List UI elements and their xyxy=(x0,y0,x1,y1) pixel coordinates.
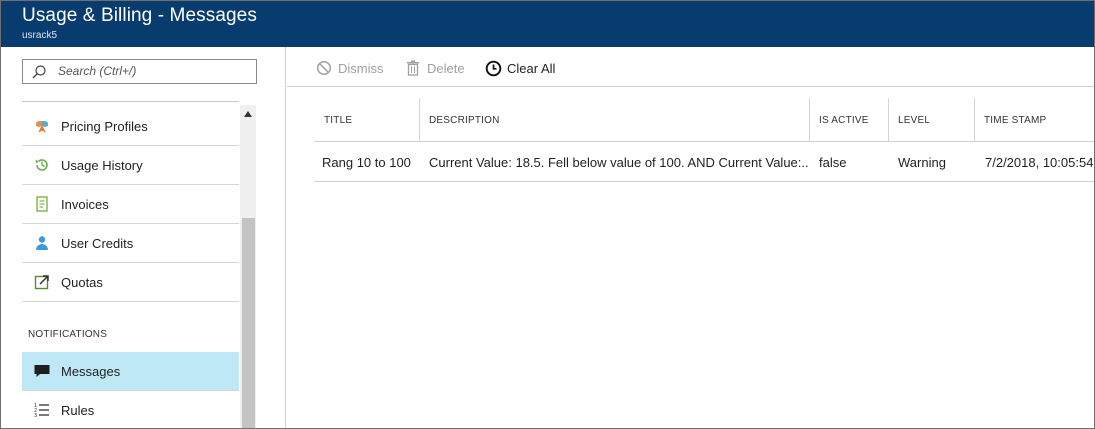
scrollbar-thumb[interactable] xyxy=(242,218,255,428)
table-row[interactable]: Rang 10 to 100 Current Value: 18.5. Fell… xyxy=(314,142,1094,182)
sidebar-item-invoices[interactable]: Invoices xyxy=(22,185,239,224)
search-box[interactable]: Search (Ctrl+/) xyxy=(22,59,257,84)
sidebar-item-label: Pricing Profiles xyxy=(61,118,148,134)
delete-button[interactable]: Delete xyxy=(404,58,465,78)
nav-menu: Pricing Profiles Usage History Invoices … xyxy=(22,107,239,302)
clear-all-button[interactable]: Clear All xyxy=(484,58,555,78)
user-credits-icon xyxy=(33,234,51,252)
clock-icon xyxy=(484,59,502,77)
column-header-time-stamp[interactable]: TIME STAMP xyxy=(974,98,1094,142)
column-header-description[interactable]: DESCRIPTION xyxy=(419,98,809,142)
sidebar-item-label: Quotas xyxy=(61,274,103,290)
cell-time-stamp: 7/2/2018, 10:05:54 xyxy=(985,154,1094,170)
nav-scrollbar[interactable] xyxy=(240,105,256,428)
svg-text:3: 3 xyxy=(34,413,37,419)
page-title: Usage & Billing - Messages xyxy=(22,5,257,26)
quotas-icon xyxy=(33,273,51,291)
sidebar-item-label: Messages xyxy=(61,363,121,379)
column-header-title[interactable]: TITLE xyxy=(314,98,419,142)
notifications-section-label: NOTIFICATIONS xyxy=(28,329,108,340)
sidebar-item-user-credits[interactable]: User Credits xyxy=(22,224,239,263)
search-input[interactable]: Search (Ctrl+/) xyxy=(58,64,136,78)
dismiss-button[interactable]: Dismiss xyxy=(315,58,384,78)
page-subtitle: usrack5 xyxy=(22,30,58,41)
cell-title: Rang 10 to 100 xyxy=(322,154,411,170)
invoice-icon xyxy=(33,195,51,213)
sidebar-item-rules[interactable]: 1 2 3 Rules xyxy=(22,391,239,428)
sidebar-item-label: Invoices xyxy=(61,196,109,212)
sidebar-item-label: Rules xyxy=(61,402,95,418)
left-nav-pane: Search (Ctrl+/) Pricing Profiles Usage H… xyxy=(1,47,286,428)
dismiss-label: Dismiss xyxy=(338,60,384,76)
messages-pane: Dismiss Delete Clear All TITLE DESCRIPTI… xyxy=(287,47,1094,428)
app-window: Usage & Billing - Messages usrack5 Searc… xyxy=(0,0,1095,429)
delete-label: Delete xyxy=(427,60,465,76)
usage-history-icon xyxy=(33,156,51,174)
table-header: TITLE DESCRIPTION IS ACTIVE LEVEL TIME S… xyxy=(314,98,1094,142)
trash-icon xyxy=(404,59,422,77)
command-bar: Dismiss Delete Clear All xyxy=(287,47,1094,87)
menu-divider xyxy=(22,101,239,102)
sidebar-item-label: User Credits xyxy=(61,235,134,251)
clear-all-label: Clear All xyxy=(507,60,556,76)
cell-level: Warning xyxy=(898,154,946,170)
messages-table: TITLE DESCRIPTION IS ACTIVE LEVEL TIME S… xyxy=(314,98,1094,182)
notifications-menu: Messages 1 2 3 Rules xyxy=(22,352,239,428)
blade-header: Usage & Billing - Messages usrack5 xyxy=(1,1,1094,47)
column-header-level[interactable]: LEVEL xyxy=(888,98,974,142)
sidebar-item-quotas[interactable]: Quotas xyxy=(22,263,239,302)
column-header-is-active[interactable]: IS ACTIVE xyxy=(809,98,888,142)
sidebar-item-usage-history[interactable]: Usage History xyxy=(22,146,239,185)
cell-description: Current Value: 18.5. Fell below value of… xyxy=(429,154,809,170)
sidebar-item-pricing-profiles[interactable]: Pricing Profiles xyxy=(22,107,239,146)
sidebar-item-label: Usage History xyxy=(61,157,143,173)
dismiss-icon xyxy=(315,59,333,77)
search-icon xyxy=(31,64,47,80)
rules-icon: 1 2 3 xyxy=(33,401,51,419)
scroll-up-arrow-icon[interactable] xyxy=(240,108,256,120)
cell-is-active: false xyxy=(819,154,847,170)
messages-icon xyxy=(33,362,51,380)
pricing-profiles-icon xyxy=(33,117,51,135)
sidebar-item-messages[interactable]: Messages xyxy=(22,352,239,391)
